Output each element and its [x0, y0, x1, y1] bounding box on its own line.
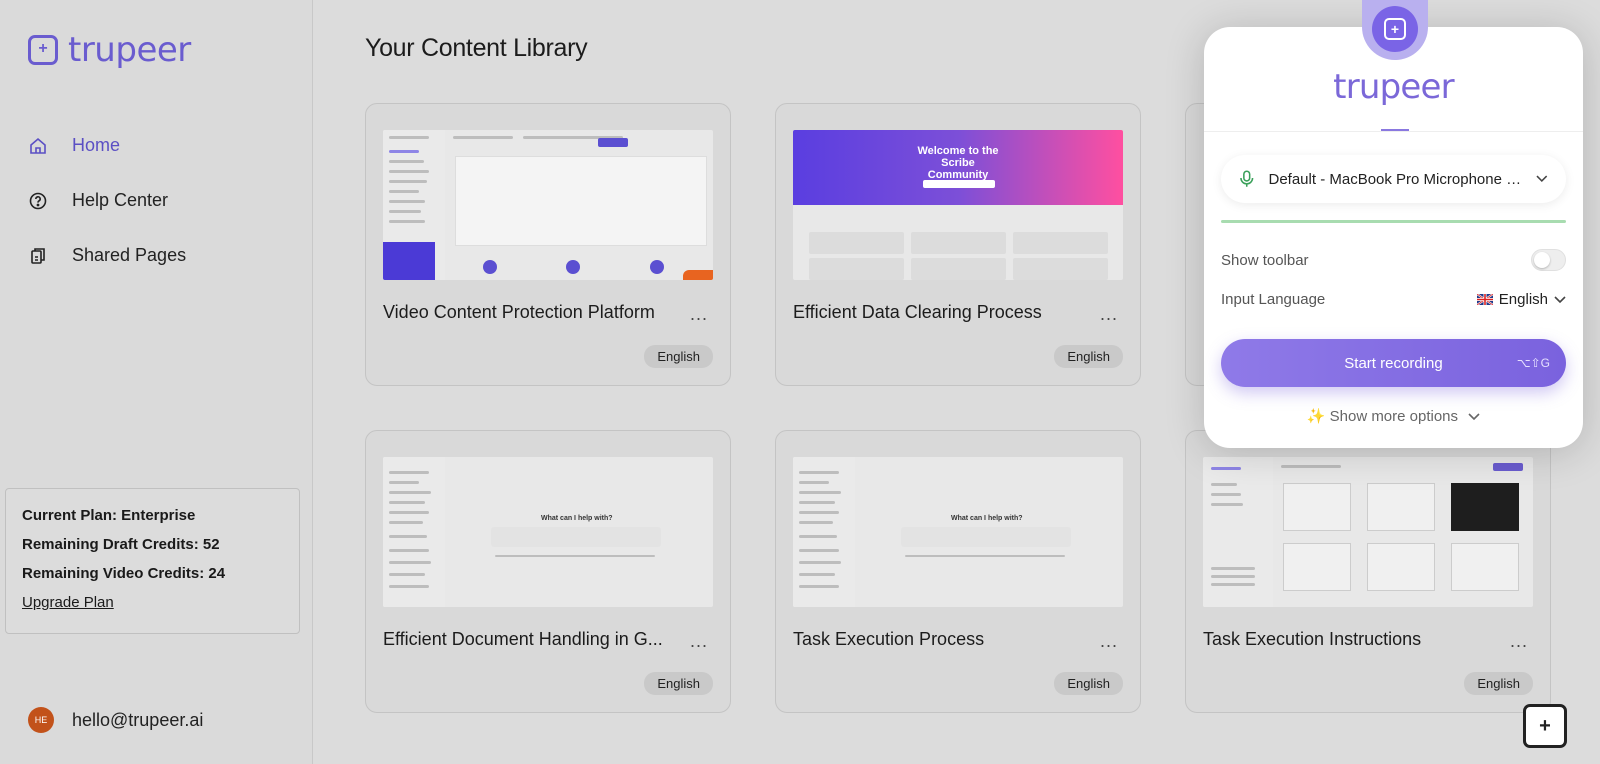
start-recording-shortcut: ⌥⇧G [1516, 356, 1550, 370]
help-circle-icon [29, 192, 47, 209]
sidebar-item-home[interactable]: Home [28, 118, 186, 173]
recorder-panel: trupeer Default - MacBook Pro Microphone… [1204, 27, 1583, 448]
content-card[interactable]: Video Content Protection Platform ... En… [365, 103, 731, 386]
more-options-button[interactable]: ... [690, 631, 708, 652]
input-language-select[interactable]: English [1476, 291, 1566, 308]
thumb-banner-text: Welcome to the Scribe Community [917, 145, 999, 181]
more-options-button[interactable]: ... [1100, 304, 1118, 325]
card-title: Task Execution Instructions [1203, 629, 1422, 649]
language-badge: English [1054, 345, 1123, 368]
microphone-icon [1240, 170, 1254, 187]
tab-indicator [1381, 129, 1409, 131]
microphone-select[interactable]: Default - MacBook Pro Microphone (... [1221, 155, 1566, 203]
language-badge: English [1054, 672, 1123, 695]
thumb-purple-box [383, 242, 435, 280]
current-plan: Current Plan: Enterprise [22, 507, 196, 524]
show-toolbar-row: Show toolbar [1221, 249, 1566, 271]
show-more-options-button[interactable]: ✨ Show more options [1204, 407, 1583, 425]
thumb-chat-title: What can I help with? [951, 515, 1023, 522]
draft-credits: Remaining Draft Credits: 52 [22, 536, 220, 553]
card-title: Efficient Document Handling in G... [383, 629, 663, 649]
input-language-row: Input Language English [1221, 291, 1566, 308]
show-toolbar-label: Show toolbar [1221, 251, 1309, 269]
user-account[interactable]: HE hello@trupeer.ai [28, 707, 203, 733]
avatar: HE [28, 707, 54, 733]
language-badge: English [644, 672, 713, 695]
plus-icon: + [1539, 714, 1551, 737]
microphone-value: Default - MacBook Pro Microphone (... [1268, 170, 1523, 188]
shared-pages-icon [31, 247, 45, 264]
logo-mark-icon [28, 35, 58, 65]
content-card[interactable]: Welcome to the Scribe Community Efficien… [775, 103, 1141, 386]
audio-level-bar [1221, 220, 1566, 223]
divider [1204, 131, 1583, 132]
thumb-content-area [455, 156, 707, 246]
card-title: Efficient Data Clearing Process [793, 302, 1042, 322]
video-thumbnail: What can I help with? [383, 457, 713, 607]
more-options-button[interactable]: ... [1510, 631, 1528, 652]
sidebar-item-help-center[interactable]: Help Center [28, 173, 186, 228]
chevron-down-icon [1468, 413, 1480, 421]
video-thumbnail: Welcome to the Scribe Community [793, 130, 1123, 280]
sidebar-item-shared-pages[interactable]: Shared Pages [28, 228, 186, 283]
user-email: hello@trupeer.ai [72, 709, 204, 730]
trupeer-badge-icon: + [1372, 6, 1418, 52]
video-thumbnail [1203, 457, 1533, 607]
content-card[interactable]: What can I help with? Task Execution Pro… [775, 430, 1141, 713]
show-more-options-label: ✨ Show more options [1306, 408, 1459, 425]
card-title: Video Content Protection Platform [383, 302, 655, 322]
start-recording-button[interactable]: Start recording ⌥⇧G [1221, 339, 1566, 387]
floating-record-button[interactable]: + [1523, 704, 1567, 748]
more-options-button[interactable]: ... [1100, 631, 1118, 652]
thumb-chat-box [901, 527, 1071, 547]
language-badge: English [644, 345, 713, 368]
show-toolbar-toggle[interactable] [1531, 249, 1566, 271]
sidebar: trupeer Home Help Center Shared Pages Cu… [0, 0, 313, 764]
thumb-chat-box [491, 527, 661, 547]
page-title: Your Content Library [365, 34, 588, 62]
home-icon [30, 137, 46, 154]
sidebar-item-label: Help Center [72, 190, 169, 210]
content-card[interactable]: What can I help with? Efficient Document… [365, 430, 731, 713]
language-badge: English [1464, 672, 1533, 695]
start-recording-label: Start recording [1344, 354, 1443, 372]
thumb-chat-title: What can I help with? [541, 515, 613, 522]
input-language-label: Input Language [1221, 291, 1326, 308]
input-language-value: English [1498, 291, 1548, 308]
sidebar-nav: Home Help Center Shared Pages [28, 118, 186, 283]
upgrade-plan-link[interactable]: Upgrade Plan [22, 594, 114, 611]
sidebar-item-label: Home [72, 135, 121, 155]
video-thumbnail [383, 130, 713, 280]
video-thumbnail: What can I help with? [793, 457, 1123, 607]
video-credits: Remaining Video Credits: 24 [22, 565, 226, 582]
chevron-down-icon [1536, 175, 1548, 183]
recorder-logo-text: trupeer [1333, 67, 1454, 107]
sidebar-item-label: Shared Pages [72, 245, 187, 265]
chevron-down-icon [1554, 295, 1566, 303]
content-card[interactable]: Task Execution Instructions ... English [1185, 430, 1551, 713]
trupeer-logo[interactable]: trupeer [28, 30, 191, 70]
plan-info-box: Current Plan: Enterprise Remaining Draft… [5, 488, 300, 634]
logo-text: trupeer [68, 30, 191, 70]
uk-flag-icon [1476, 294, 1493, 305]
card-title: Task Execution Process [793, 629, 985, 649]
more-options-button[interactable]: ... [690, 304, 708, 325]
